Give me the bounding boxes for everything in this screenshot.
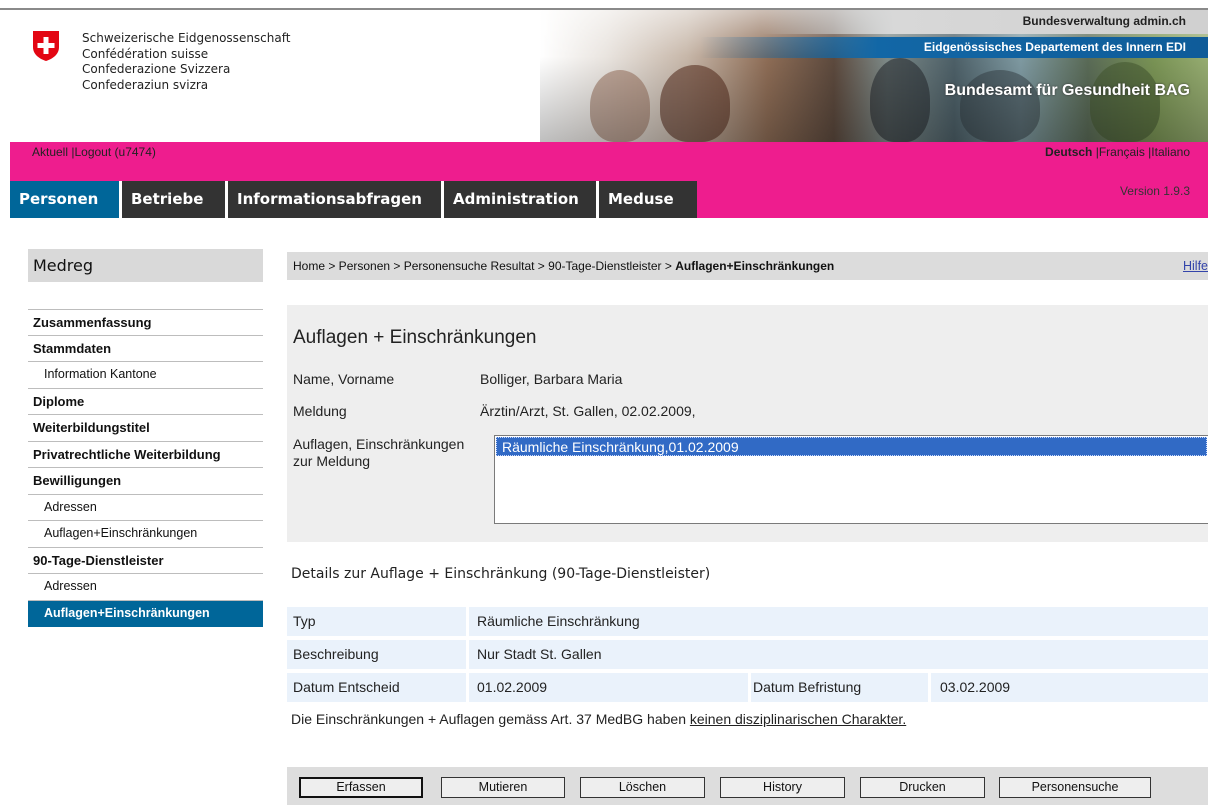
language-fr[interactable]: Français <box>1099 145 1145 159</box>
name-label: Name, Vorname <box>293 371 395 387</box>
confederation-name-it: Confederazione Svizzera <box>82 62 231 76</box>
auflagen-label-line2: zur Meldung <box>293 453 371 469</box>
language-de[interactable]: Deutsch <box>1045 145 1092 159</box>
language-it[interactable]: Italiano <box>1151 145 1190 159</box>
department-name[interactable]: Eidgenössisches Departement des Innern E… <box>924 40 1186 54</box>
name-value: Bolliger, Barbara Maria <box>480 371 623 387</box>
confederation-name-de: Schweizerische Eidgenossenschaft <box>82 31 291 45</box>
meldung-value: Ärztin/Arzt, St. Gallen, 02.02.2009, <box>480 403 696 419</box>
note-text: Die Einschränkungen + Auflagen gemäss Ar… <box>291 711 690 727</box>
language-switcher: Deutsch |Français |Italiano <box>1045 145 1190 159</box>
help-link[interactable]: Hilfe <box>1183 259 1208 273</box>
auflagen-form: Auflagen + Einschränkungen Name, Vorname… <box>287 305 1208 542</box>
auflagen-label: Auflagen, Einschränkungen zur Meldung <box>293 436 464 470</box>
breadcrumb-path[interactable]: Home > Personen > Personensuche Resultat… <box>293 259 675 273</box>
beschreibung-value: Nur Stadt St. Gallen <box>477 646 602 662</box>
office-name: Bundesamt für Gesundheit BAG <box>944 82 1190 99</box>
form-title: Auflagen + Einschränkungen <box>293 327 537 348</box>
admin-ch-link[interactable]: Bundesverwaltung admin.ch <box>1023 14 1186 28</box>
sidebar-item-zusammenfassung[interactable]: Zusammenfassung <box>28 309 263 336</box>
auflagen-listbox[interactable]: Räumliche Einschränkung,01.02.2009 <box>494 435 1208 524</box>
sidebar-item-stammdaten[interactable]: Stammdaten <box>28 336 263 362</box>
disciplinary-character-link[interactable]: keinen disziplinarischen Charakter. <box>690 711 906 727</box>
drucken-button[interactable]: Drucken <box>860 777 985 798</box>
sidebar-item-bewilligungen[interactable]: Bewilligungen <box>28 468 263 495</box>
aktuell-link[interactable]: Aktuell <box>32 145 68 159</box>
version-label: Version 1.9.3 <box>1119 184 1190 198</box>
datum-entscheid-label: Datum Entscheid <box>293 679 400 695</box>
sidebar-title: Medreg <box>28 249 263 282</box>
sidebar-item-90-tage-dienstleister[interactable]: 90-Tage-Dienstleister <box>28 548 263 574</box>
disclaimer-note: Die Einschränkungen + Auflagen gemäss Ar… <box>291 711 906 727</box>
site-header: Schweizerische Eidgenossenschaft Confédé… <box>0 10 1208 142</box>
datum-befristung-value: 03.02.2009 <box>940 679 1011 695</box>
user-links: Aktuell |Logout (u7474) <box>32 145 156 159</box>
tab-personen[interactable]: Personen <box>10 181 122 218</box>
auflagen-label-line1: Auflagen, Einschränkungen <box>293 436 465 452</box>
erfassen-button[interactable]: Erfassen <box>299 777 423 798</box>
typ-label: Typ <box>293 613 316 629</box>
user-bar: Aktuell |Logout (u7474) Deutsch |Françai… <box>10 142 1208 162</box>
swiss-cross-logo-icon <box>33 31 59 61</box>
beschreibung-label: Beschreibung <box>293 646 379 662</box>
sidebar-item-privatrechtliche-weiterbildung[interactable]: Privatrechtliche Weiterbildung <box>28 442 263 468</box>
listbox-option-selected[interactable]: Räumliche Einschränkung,01.02.2009 <box>496 437 1207 456</box>
meldung-label: Meldung <box>293 403 347 419</box>
main-tabs: Personen Betriebe Informationsabfragen A… <box>10 181 697 218</box>
datum-befristung-label: Datum Befristung <box>753 679 862 695</box>
action-bar: Erfassen Mutieren Löschen History Drucke… <box>287 767 1208 805</box>
breadcrumb: Home > Personen > Personensuche Resultat… <box>293 259 834 273</box>
sidebar-item-diplome[interactable]: Diplome <box>28 389 263 415</box>
tab-meduse[interactable]: Meduse <box>599 181 697 218</box>
typ-value: Räumliche Einschränkung <box>477 613 640 629</box>
row-divider <box>466 640 469 669</box>
breadcrumb-current: Auflagen+Einschränkungen <box>675 259 835 273</box>
row-divider <box>466 673 469 702</box>
logout-link[interactable]: Logout (u7474) <box>74 145 155 159</box>
confederation-name-rm: Confederaziun svizra <box>82 77 209 92</box>
row-divider <box>466 607 469 636</box>
confederation-names: Schweizerische Eidgenossenschaft Confédé… <box>82 31 290 93</box>
detail-row-beschreibung: Beschreibung Nur Stadt St. Gallen <box>287 640 1208 669</box>
personensuche-button[interactable]: Personensuche <box>999 777 1151 798</box>
detail-row-typ: Typ Räumliche Einschränkung <box>287 607 1208 636</box>
history-button[interactable]: History <box>720 777 845 798</box>
sidebar-item-dienstleister-auflagen[interactable]: Auflagen+Einschränkungen <box>28 600 263 627</box>
loeschen-button[interactable]: Löschen <box>580 777 705 798</box>
tab-betriebe[interactable]: Betriebe <box>122 181 228 218</box>
tab-informationsabfragen[interactable]: Informationsabfragen <box>228 181 444 218</box>
breadcrumb-bar: Home > Personen > Personensuche Resultat… <box>287 252 1208 280</box>
sidebar-nav: Zusammenfassung Stammdaten Information K… <box>28 309 263 627</box>
row-divider <box>928 673 931 702</box>
sidebar-item-bewilligungen-auflagen[interactable]: Auflagen+Einschränkungen <box>28 521 263 548</box>
sidebar-item-dienstleister-adressen[interactable]: Adressen <box>28 574 263 601</box>
datum-entscheid-value: 01.02.2009 <box>477 679 548 695</box>
details-title: Details zur Auflage + Einschränkung (90-… <box>291 566 711 582</box>
sidebar-item-bewilligungen-adressen[interactable]: Adressen <box>28 495 263 521</box>
sidebar-item-weiterbildungstitel[interactable]: Weiterbildungstitel <box>28 415 263 442</box>
tab-administration[interactable]: Administration <box>444 181 599 218</box>
sidebar-item-information-kantone[interactable]: Information Kantone <box>28 362 263 389</box>
confederation-name-fr: Confédération suisse <box>82 46 209 61</box>
mutieren-button[interactable]: Mutieren <box>441 777 565 798</box>
row-divider <box>748 673 751 702</box>
detail-row-datum: Datum Entscheid 01.02.2009 Datum Befrist… <box>287 673 1208 702</box>
